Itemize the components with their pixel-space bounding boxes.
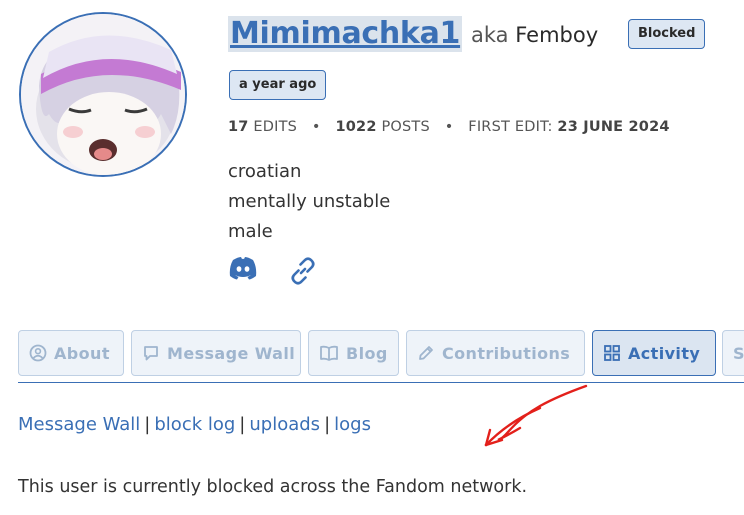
message-wall-link[interactable]: Message Wall	[18, 414, 140, 435]
tab-about[interactable]: About	[18, 330, 124, 376]
profile-tabs: About Message Wall Blog Contributions Ac…	[18, 330, 744, 377]
discord-icon[interactable]	[228, 255, 258, 285]
block-log-link[interactable]: block log	[154, 414, 235, 435]
book-icon	[320, 345, 338, 361]
link-separator: |	[239, 414, 246, 435]
tab-blog[interactable]: Blog	[308, 330, 399, 376]
uploads-link[interactable]: uploads	[249, 414, 320, 435]
tabs-divider	[18, 382, 744, 383]
tab-message-wall[interactable]: Message Wall	[131, 330, 301, 376]
blocked-badge: Blocked	[628, 19, 706, 49]
tab-label: S	[733, 343, 744, 363]
edits-label: EDITS	[253, 119, 298, 135]
tab-overflow[interactable]: S	[722, 330, 744, 376]
bio: croatian mentally unstable male	[228, 157, 390, 247]
first-edit-label: FIRST EDIT:	[468, 119, 553, 135]
tab-label: Message Wall	[167, 343, 296, 363]
account-age-badge: a year ago	[229, 70, 327, 100]
posts-count: 1022	[335, 119, 377, 135]
first-edit-date: 23 JUNE 2024	[557, 119, 670, 135]
grid-icon	[604, 345, 620, 361]
tab-label: About	[54, 343, 110, 363]
tab-label: Blog	[346, 343, 388, 363]
bio-line: croatian	[228, 161, 302, 182]
speech-bubble-icon	[144, 346, 158, 361]
tab-activity[interactable]: Activity	[592, 330, 716, 376]
user-circle-icon	[29, 344, 47, 362]
tab-contributions[interactable]: Contributions	[406, 330, 585, 376]
annotation-arrow-icon	[484, 384, 588, 447]
username[interactable]: Mimimachka1	[228, 16, 463, 52]
pencil-icon	[419, 346, 433, 360]
bio-line: mentally unstable	[228, 191, 391, 212]
posts-label: POSTS	[381, 119, 430, 135]
avatar	[19, 12, 187, 177]
stats-separator: •	[311, 119, 321, 135]
stats-separator: •	[444, 119, 454, 135]
nickname: Femboy	[515, 23, 599, 47]
aka-prefix: aka	[471, 23, 509, 47]
logs-link[interactable]: logs	[334, 414, 371, 435]
edits-count: 17	[228, 119, 249, 135]
profile-stats: 17 EDITS • 1022 POSTS • FIRST EDIT: 23 J…	[228, 119, 670, 135]
blocked-notice: This user is currently blocked across th…	[18, 477, 528, 497]
bio-line: male	[228, 221, 273, 242]
link-separator: |	[324, 414, 331, 435]
aka-line: aka Femboy	[471, 20, 598, 50]
tab-label: Activity	[628, 343, 701, 363]
link-icon[interactable]	[288, 256, 318, 290]
link-separator: |	[144, 414, 151, 435]
tab-label: Contributions	[442, 343, 571, 363]
user-links: Message Wall | block log | uploads | logs	[18, 414, 371, 435]
